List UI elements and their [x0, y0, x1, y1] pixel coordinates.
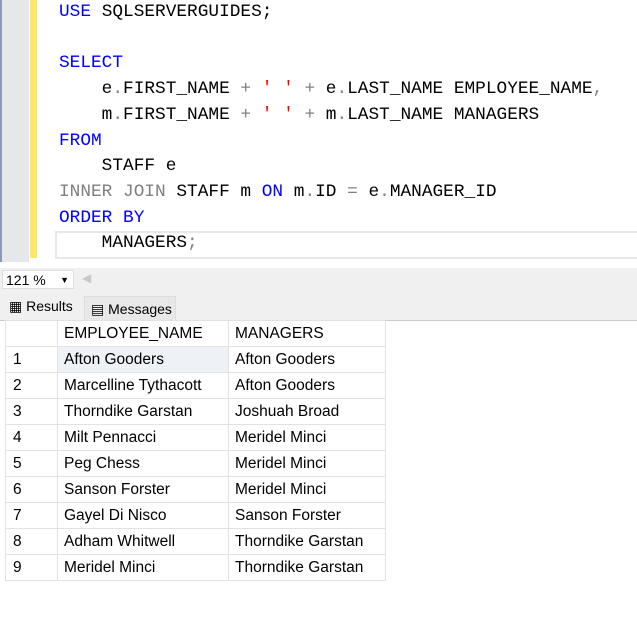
kw-use: USE: [59, 2, 92, 22]
table-cell[interactable]: Peg Chess: [57, 450, 229, 477]
chevron-down-icon: ▼: [60, 275, 69, 285]
table-cell[interactable]: Afton Gooders: [228, 372, 386, 399]
zoom-bar: [0, 268, 637, 290]
table-cell[interactable]: Thorndike Garstan: [57, 398, 229, 425]
table-cell[interactable]: Joshuah Broad: [228, 398, 386, 425]
table-cell[interactable]: Gayel Di Nisco: [57, 502, 229, 529]
change-tracking-bar: [30, 0, 37, 258]
code-token: STAFF m: [165, 181, 262, 202]
code-token: MANAGERS: [59, 233, 188, 254]
row-number[interactable]: 8: [5, 528, 58, 555]
table-cell[interactable]: Meridel Minci: [57, 554, 229, 581]
table-cell[interactable]: Thorndike Garstan: [228, 528, 386, 555]
table-row[interactable]: 1 Afton Gooders Afton Gooders: [5, 346, 386, 373]
column-header[interactable]: EMPLOYEE_NAME: [57, 320, 229, 347]
scroll-left-icon[interactable]: ◀: [82, 271, 91, 285]
messages-icon: ▤: [91, 301, 105, 317]
code-token: m: [283, 181, 305, 202]
table-row[interactable]: 9 Meridel Minci Thorndike Garstan: [5, 554, 386, 581]
code-token: ;: [187, 233, 198, 254]
kw-select: SELECT: [59, 53, 124, 74]
code-token: e: [357, 181, 380, 202]
code-token: MANAGER_ID: [389, 181, 497, 202]
table-cell[interactable]: Meridel Minci: [228, 476, 386, 503]
kw-order-by: ORDER BY: [59, 207, 145, 228]
table-cell[interactable]: Milt Pennacci: [57, 424, 229, 451]
table-row[interactable]: 7 Gayel Di Nisco Sanson Forster: [5, 502, 386, 529]
table-row[interactable]: 5 Peg Chess Meridel Minci: [5, 450, 386, 477]
code-token: LAST_NAME MANAGERS: [347, 104, 540, 125]
table-cell[interactable]: Adham Whitwell: [57, 528, 229, 555]
zoom-select[interactable]: 121 % ▼: [2, 270, 74, 289]
column-header[interactable]: MANAGERS: [228, 320, 386, 347]
table-row[interactable]: 3 Thorndike Garstan Joshuah Broad: [5, 398, 386, 425]
kw-from: FROM: [59, 130, 102, 151]
row-number[interactable]: 6: [5, 476, 58, 503]
table-cell[interactable]: Thorndike Garstan: [228, 554, 386, 581]
corner-cell[interactable]: [5, 320, 58, 347]
row-number[interactable]: 3: [5, 398, 58, 425]
tab-results[interactable]: ▦ Results: [3, 294, 83, 319]
tab-label: Messages: [108, 301, 172, 317]
row-number[interactable]: 4: [5, 424, 58, 451]
table-cell[interactable]: Sanson Forster: [228, 502, 386, 529]
row-number[interactable]: 1: [5, 346, 58, 373]
editor-gutter: [0, 0, 29, 262]
code-token: =: [347, 181, 358, 202]
db-name: SQLSERVERGUIDES;: [101, 2, 273, 22]
results-tabs: ▦ Results ▤ Messages: [0, 290, 637, 321]
code-token: FIRST_NAME: [123, 104, 241, 125]
sql-editor[interactable]: USE SQLSERVERGUIDES; SELECT e.FIRST_NAME…: [0, 0, 637, 262]
code-token: LAST_NAME EMPLOYEE_NAME: [347, 79, 593, 100]
zoom-value: 121 %: [6, 272, 46, 288]
row-number[interactable]: 9: [5, 554, 58, 581]
code-token: e: [59, 79, 113, 100]
table-cell[interactable]: Meridel Minci: [228, 424, 386, 451]
kw-on: ON: [261, 181, 284, 202]
table-cell[interactable]: Marcelline Tythacott: [57, 372, 229, 399]
tab-label: Results: [26, 298, 73, 314]
table-cell[interactable]: Meridel Minci: [228, 450, 386, 477]
table-row[interactable]: 8 Adham Whitwell Thorndike Garstan: [5, 528, 386, 555]
code-token: STAFF e: [59, 156, 177, 177]
results-grid[interactable]: EMPLOYEE_NAME MANAGERS 1 Afton Gooders Aft…: [5, 320, 386, 581]
header-row: EMPLOYEE_NAME MANAGERS: [5, 320, 386, 347]
code-text[interactable]: USE SQLSERVERGUIDES; SELECT e.FIRST_NAME…: [59, 0, 603, 257]
table-row[interactable]: 6 Sanson Forster Meridel Minci: [5, 476, 386, 503]
row-number[interactable]: 2: [5, 372, 58, 399]
tab-messages[interactable]: ▤ Messages: [84, 296, 176, 321]
row-number[interactable]: 5: [5, 450, 58, 477]
code-token: ID: [315, 181, 348, 202]
table-row[interactable]: 2 Marcelline Tythacott Afton Gooders: [5, 372, 386, 399]
grid-icon: ▦: [9, 298, 23, 314]
table-row[interactable]: 4 Milt Pennacci Meridel Minci: [5, 424, 386, 451]
table-cell[interactable]: Afton Gooders: [57, 346, 229, 373]
table-cell[interactable]: Sanson Forster: [57, 476, 229, 503]
row-number[interactable]: 7: [5, 502, 58, 529]
code-token: m: [59, 104, 113, 125]
kw-inner-join: INNER JOIN: [59, 181, 166, 202]
code-token: FIRST_NAME: [123, 79, 241, 100]
table-cell[interactable]: Afton Gooders: [228, 346, 386, 373]
